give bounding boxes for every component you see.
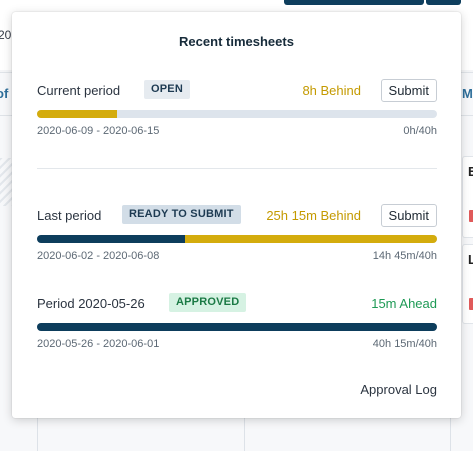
timesheet-period-current: Current period OPEN 8h Behind Submit 202… xyxy=(37,79,437,141)
period-dates: 2020-05-26 - 2020-06-01 xyxy=(37,338,160,350)
background-date-text: 20 xyxy=(0,28,12,42)
status-badge: OPEN xyxy=(144,80,190,99)
period-dates: 2020-06-02 - 2020-06-08 xyxy=(37,250,160,262)
timesheet-period-2020-05-26: Period 2020-05-26 APPROVED 15m Ahead 202… xyxy=(37,292,437,354)
background-card-flag xyxy=(469,210,473,222)
background-row-label-right: M xyxy=(462,86,473,101)
progress-bar xyxy=(37,235,437,243)
recent-timesheets-popover: Recent timesheets Current period OPEN 8h… xyxy=(12,12,461,418)
progress-bar xyxy=(37,323,437,331)
background-card-letter: E xyxy=(468,164,473,179)
status-badge: APPROVED xyxy=(169,293,247,312)
period-dates: 2020-06-09 - 2020-06-15 xyxy=(37,125,160,137)
period-label: Current period xyxy=(37,83,121,98)
submit-button[interactable]: Submit xyxy=(380,79,437,102)
top-primary-button[interactable] xyxy=(284,0,424,5)
period-hours: 0h/40h xyxy=(403,125,437,137)
period-hours: 14h 45m/40h xyxy=(372,250,437,262)
period-label: Period 2020-05-26 xyxy=(37,296,145,311)
time-status: 25h 15m Behind xyxy=(266,208,361,223)
time-status: 8h Behind xyxy=(302,83,361,98)
submit-button[interactable]: Submit xyxy=(380,204,437,227)
status-badge: READY TO SUBMIT xyxy=(122,205,241,224)
background-card-letter: L xyxy=(468,252,473,267)
period-label: Last period xyxy=(37,208,102,223)
progress-segment xyxy=(185,235,437,243)
time-status: 15m Ahead xyxy=(371,296,437,311)
progress-segment xyxy=(37,110,117,118)
approval-log-link[interactable]: Approval Log xyxy=(360,382,437,397)
progress-segment xyxy=(37,235,185,243)
timesheet-period-last: Last period READY TO SUBMIT 25h 15m Behi… xyxy=(37,204,437,266)
popover-title: Recent timesheets xyxy=(179,34,294,49)
top-dropdown-button[interactable] xyxy=(426,0,461,5)
period-hours: 40h 15m/40h xyxy=(372,338,437,350)
background-card-flag xyxy=(469,298,473,310)
progress-segment xyxy=(37,323,437,331)
period-divider xyxy=(37,168,437,169)
progress-bar xyxy=(37,110,437,118)
